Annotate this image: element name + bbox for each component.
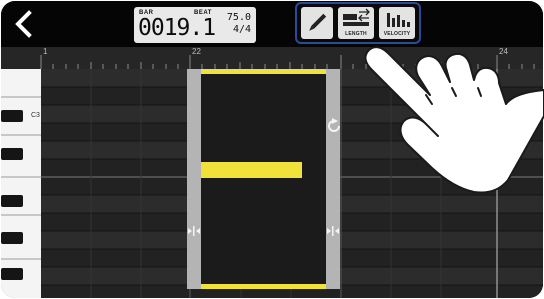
velocity-tool-button[interactable]: VELOCITY <box>379 7 415 39</box>
length-tool-label: LENGTH <box>345 31 367 37</box>
velocity-tool-label: VELOCITY <box>383 31 411 37</box>
tempo-bpm: 75.0 <box>226 12 251 23</box>
ruler-label-bar-1: 1 <box>43 47 48 56</box>
chevron-left-icon <box>15 10 32 38</box>
ruler-label-bar-24: 24 <box>499 47 508 56</box>
ruler-ticks <box>40 55 535 69</box>
position-display[interactable]: BAR BEAT 0019.1 75.0 4/4 <box>134 7 256 43</box>
note-block <box>201 162 302 178</box>
length-icon <box>343 8 370 26</box>
position-value: 0019.1 <box>138 15 216 41</box>
ruler-label-bar-22: 22 <box>192 47 201 56</box>
tempo-display: 75.0 4/4 <box>225 12 251 36</box>
pencil-tool-button[interactable] <box>301 7 333 39</box>
timeline-ruler[interactable]: 1 22 24 <box>1 47 543 69</box>
device-screen: BAR BEAT 0019.1 75.0 4/4 LENGTH VELOCITY… <box>1 1 543 298</box>
piano-keys <box>1 69 41 298</box>
selected-note-region[interactable] <box>187 69 340 289</box>
back-button[interactable] <box>11 9 37 39</box>
length-tool-button[interactable]: LENGTH <box>338 7 374 39</box>
top-bar: BAR BEAT 0019.1 75.0 4/4 LENGTH VELOCITY <box>1 1 543 47</box>
octave-label-c3: C3 <box>31 112 40 119</box>
time-signature: 4/4 <box>232 24 251 35</box>
piano-keyboard[interactable] <box>1 69 41 298</box>
tool-group: LENGTH VELOCITY <box>295 2 421 44</box>
velocity-icon <box>387 13 410 27</box>
pencil-icon <box>309 13 327 31</box>
